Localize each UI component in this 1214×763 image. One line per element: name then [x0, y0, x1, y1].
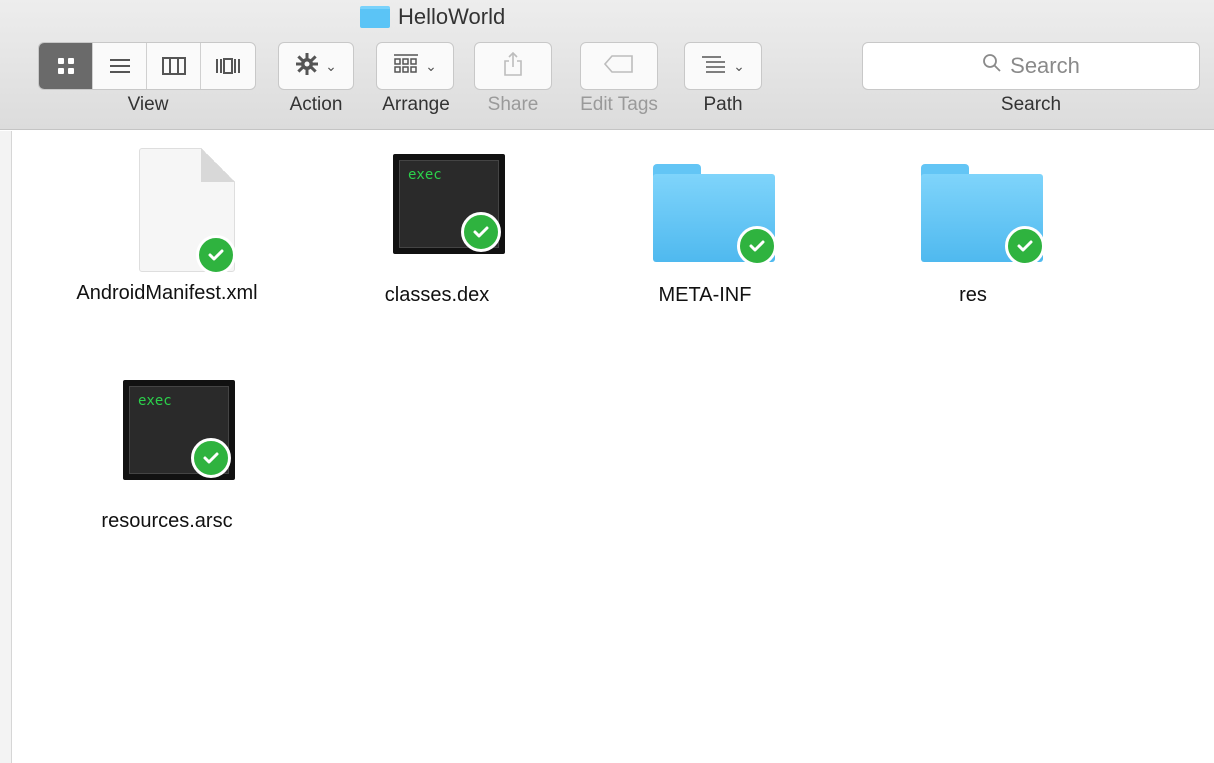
chevron-down-icon: ⌄ [325, 57, 337, 74]
file-name: classes.dex [384, 284, 490, 306]
file-item-androidmanifest[interactable]: AndroidManifest.xml [52, 144, 282, 306]
search-input[interactable]: Search [862, 42, 1200, 90]
exec-icon-text: exec [408, 167, 442, 183]
sync-check-icon [191, 438, 231, 478]
search-label: Search [1000, 94, 1062, 115]
folder-icon [635, 144, 777, 274]
sync-check-icon [737, 226, 777, 266]
sidebar-edge [0, 131, 12, 763]
share-icon [503, 51, 523, 82]
folder-icon [903, 144, 1045, 274]
sync-check-icon [461, 212, 501, 252]
gear-icon [295, 52, 319, 81]
action-button[interactable]: ⌄ [278, 42, 354, 90]
view-mode-control [38, 42, 256, 90]
search-icon [982, 53, 1002, 79]
exec-icon: exec [367, 144, 507, 274]
file-item-res[interactable]: res [858, 144, 1088, 308]
view-label: View [127, 94, 169, 115]
file-name: res [959, 284, 987, 306]
arrange-grid-icon [393, 53, 419, 80]
tag-icon [603, 54, 634, 78]
sync-check-icon [196, 235, 236, 275]
list-view-icon[interactable] [93, 43, 147, 89]
search-placeholder: Search [1010, 53, 1080, 78]
file-item-resources-arsc[interactable]: exec resources.arsc [52, 370, 282, 534]
folder-icon [360, 6, 390, 28]
action-label: Action [289, 94, 343, 115]
path-label: Path [703, 94, 743, 115]
toolbar: HelloWorld View ⌄ Action ⌄ Arrange Share… [0, 0, 1214, 130]
file-item-meta-inf[interactable]: META-INF [590, 144, 820, 308]
arrange-button[interactable]: ⌄ [376, 42, 454, 90]
sync-check-icon [1005, 226, 1045, 266]
file-item-classes-dex[interactable]: exec classes.dex [322, 144, 552, 308]
share-label: Share [487, 94, 539, 115]
window-title: HelloWorld [360, 4, 505, 30]
finder-window: HelloWorld View ⌄ Action ⌄ Arrange Share… [0, 0, 1214, 763]
chevron-down-icon: ⌄ [733, 57, 745, 74]
icon-view-icon[interactable] [39, 43, 93, 89]
file-name: resources.arsc [101, 510, 233, 532]
file-name: META-INF [658, 284, 752, 306]
column-view-icon[interactable] [147, 43, 201, 89]
edit-tags-button[interactable] [580, 42, 658, 90]
chevron-down-icon: ⌄ [425, 57, 437, 74]
path-button[interactable]: ⌄ [684, 42, 762, 90]
file-name: AndroidManifest.xml [76, 282, 258, 304]
path-icon [701, 55, 727, 78]
exec-icon-text: exec [138, 393, 172, 409]
edit-tags-label: Edit Tags [580, 94, 658, 115]
cover-flow-icon[interactable] [201, 43, 255, 89]
exec-icon: exec [97, 370, 237, 500]
arrange-label: Arrange [382, 94, 450, 115]
window-title-text: HelloWorld [398, 4, 506, 29]
document-icon [97, 144, 237, 275]
share-button[interactable] [474, 42, 552, 90]
